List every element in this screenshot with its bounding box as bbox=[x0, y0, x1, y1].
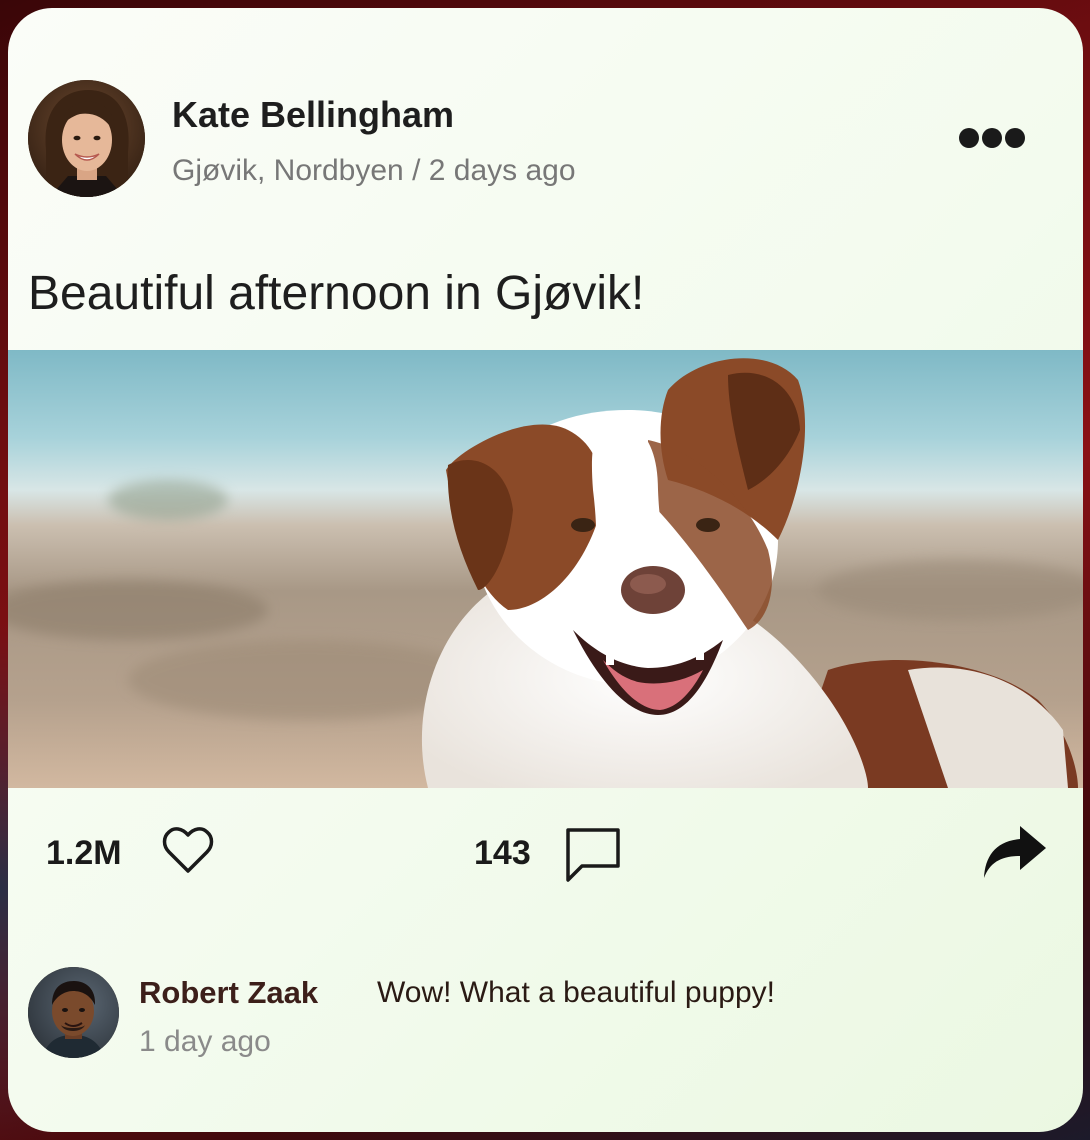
ellipsis-icon bbox=[959, 128, 979, 148]
author-name[interactable]: Kate Bellingham bbox=[172, 94, 454, 136]
comment-time: 1 day ago bbox=[139, 1025, 271, 1058]
woman-portrait-icon bbox=[28, 80, 145, 197]
author-avatar[interactable] bbox=[28, 80, 145, 197]
post-card: Kate Bellingham Gjøvik, Nordbyen / 2 day… bbox=[8, 8, 1083, 1132]
comment-button[interactable] bbox=[564, 826, 622, 884]
dog-photo-icon bbox=[8, 350, 1083, 788]
more-options-button[interactable] bbox=[952, 118, 1032, 158]
heart-outline-icon bbox=[162, 827, 214, 873]
share-arrow-icon bbox=[984, 826, 1046, 878]
comment-text: Wow! What a beautiful puppy! bbox=[377, 976, 775, 1009]
post-text: Beautiful afternoon in Gjøvik! bbox=[28, 267, 645, 320]
commenter-name[interactable]: Robert Zaak bbox=[139, 975, 318, 1011]
post-location-time: Gjøvik, Nordbyen / 2 days ago bbox=[172, 154, 576, 187]
man-portrait-icon bbox=[28, 967, 119, 1058]
ellipsis-icon bbox=[1005, 128, 1025, 148]
ellipsis-icon bbox=[982, 128, 1002, 148]
comments-count: 143 bbox=[474, 834, 531, 872]
commenter-avatar[interactable] bbox=[28, 967, 119, 1058]
likes-count: 1.2M bbox=[46, 834, 122, 872]
share-button[interactable] bbox=[982, 824, 1048, 880]
speech-bubble-icon bbox=[566, 828, 620, 882]
like-button[interactable] bbox=[162, 826, 214, 876]
post-photo[interactable] bbox=[8, 350, 1083, 788]
